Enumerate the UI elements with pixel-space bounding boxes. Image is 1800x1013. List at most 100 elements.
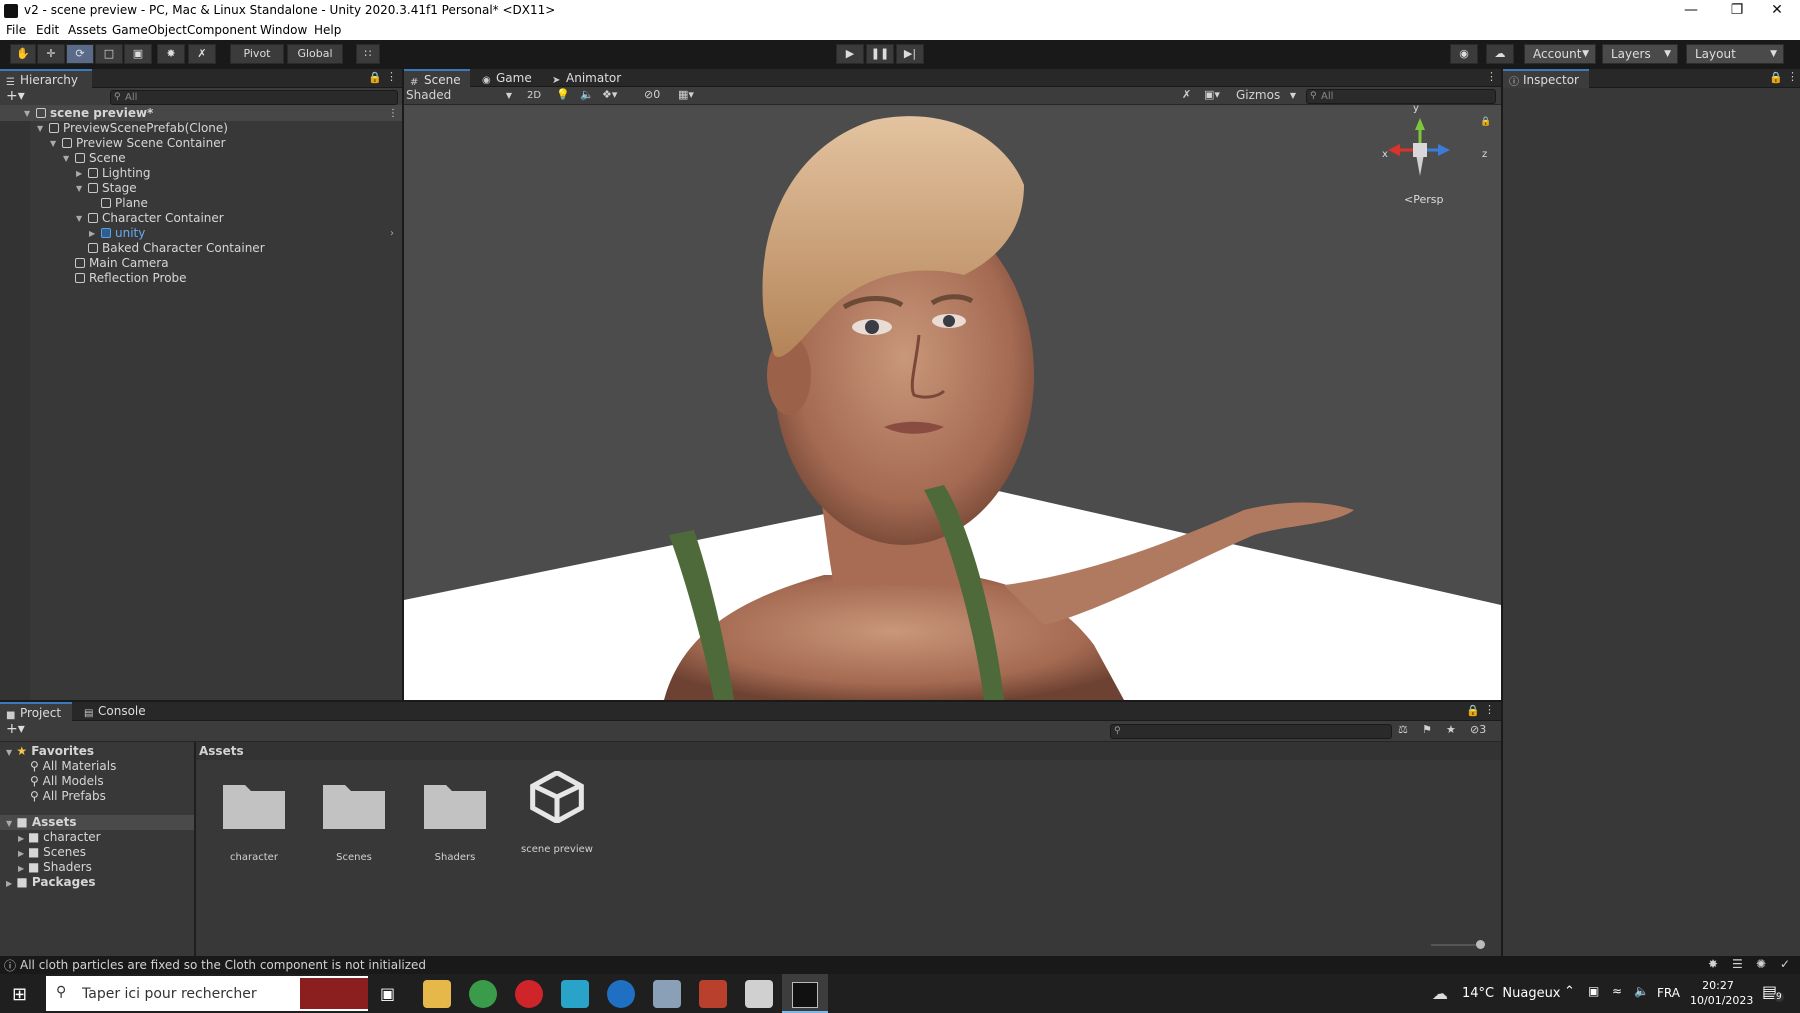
add-icon[interactable]: +▾ (6, 721, 25, 737)
visibility-icon[interactable]: ⊘0 (644, 88, 660, 101)
chevron-down-icon[interactable]: ▼ (63, 151, 69, 166)
minimize-button[interactable]: — (1668, 0, 1714, 22)
opera-icon[interactable] (515, 980, 543, 1008)
transform-tool-icon[interactable]: ✸ (157, 44, 185, 64)
tab-game[interactable]: ◉ Game (476, 69, 540, 88)
scene-search-input[interactable]: ⚲ All (1306, 89, 1496, 104)
tab-project[interactable]: ■ Project (0, 702, 72, 721)
lock-icon[interactable]: 🔒 (1466, 704, 1480, 717)
kebab-menu-icon[interactable]: ⋮ (1486, 70, 1497, 83)
sidebar-folder-character[interactable]: ▶ ■ character (18, 830, 101, 845)
chevron-down-icon[interactable]: ▼ (24, 106, 30, 121)
language-indicator[interactable]: FRA (1657, 986, 1680, 1000)
rect-tool-icon[interactable]: ▣ (124, 44, 152, 64)
packages-section[interactable]: ▶ ■ Packages (6, 875, 96, 890)
hierarchy-item[interactable]: ▼ PreviewScenePrefab(Clone) (0, 121, 400, 136)
volume-icon[interactable]: 🔈 (1634, 984, 1649, 998)
audio-icon[interactable]: 🔈 (580, 88, 594, 101)
asset-folder-scenes[interactable]: Scenes (309, 779, 399, 863)
m-app-icon[interactable] (561, 980, 589, 1008)
chevron-down-icon[interactable]: ▼ (76, 181, 82, 196)
kebab-menu-icon[interactable]: ⋮ (1484, 703, 1495, 716)
chevron-down-icon[interactable]: ▼ (76, 211, 82, 226)
global-toggle[interactable]: Global (287, 44, 343, 64)
notifications-button[interactable]: ▤ 9 (1762, 982, 1784, 1004)
zoom-slider-handle[interactable] (1476, 940, 1485, 949)
chevron-right-icon[interactable]: ▶ (89, 226, 95, 241)
grid-snap-icon[interactable]: ∷ (356, 44, 380, 64)
hierarchy-item[interactable]: Plane (0, 196, 400, 211)
gizmos-dropdown[interactable]: Gizmos ▼ (1236, 88, 1298, 103)
hand-tool-icon[interactable]: ✋ (10, 44, 36, 64)
kebab-menu-icon[interactable]: ⋮ (388, 106, 398, 121)
asset-folder-character[interactable]: character (209, 779, 299, 863)
menu-window[interactable]: Window (260, 23, 307, 37)
favorite-all-materials[interactable]: ⚲ All Materials (30, 759, 116, 774)
menu-edit[interactable]: Edit (36, 23, 59, 37)
collab-icon[interactable]: ◉ (1450, 44, 1478, 64)
hierarchy-search-input[interactable]: ⚲ All (110, 90, 398, 105)
camera-icon[interactable]: ▣▾ (1204, 88, 1220, 101)
task-view-icon[interactable]: ▣ (380, 984, 395, 1003)
tab-inspector[interactable]: ⓘ Inspector (1503, 69, 1589, 88)
add-icon[interactable]: +▾ (6, 88, 25, 104)
asset-scene-preview[interactable]: scene preview (512, 769, 602, 855)
cloud-icon[interactable]: ☁ (1486, 44, 1514, 64)
move-tool-icon[interactable]: ✛ (37, 44, 65, 64)
favorites-section[interactable]: ▼ ★ Favorites (6, 744, 94, 759)
device-icon[interactable]: ▣ (1588, 984, 1599, 998)
tab-scene[interactable]: # Scene (404, 69, 470, 88)
favorite-all-prefabs[interactable]: ⚲ All Prefabs (30, 789, 106, 804)
scene-viewport[interactable]: y x z 🔒 <Persp (404, 105, 1501, 700)
tools-icon[interactable]: ✗ (1182, 88, 1191, 101)
hierarchy-item[interactable]: Baked Character Container (0, 241, 400, 256)
debug-icon[interactable]: ✸ (1708, 957, 1718, 971)
lighting-icon[interactable]: 💡 (556, 88, 570, 101)
menu-file[interactable]: File (6, 23, 26, 37)
pivot-toggle[interactable]: Pivot (230, 44, 284, 64)
hierarchy-item[interactable]: ▼ Character Container (0, 211, 400, 226)
favorite-all-models[interactable]: ⚲ All Models (30, 774, 104, 789)
wifi-icon[interactable]: ≈ (1612, 984, 1622, 998)
chevron-down-icon[interactable]: ▼ (37, 121, 43, 136)
taskbar-search-input[interactable]: ⚲ Taper ici pour rechercher (46, 976, 368, 1011)
custom-tool-icon[interactable]: ✗ (188, 44, 216, 64)
clock[interactable]: 20:27 10/01/2023 (1690, 978, 1753, 1008)
tab-animator[interactable]: ➤ Animator (546, 69, 636, 88)
tab-console[interactable]: ▤ Console (78, 702, 154, 721)
hierarchy-item[interactable]: ▼ Scene (0, 151, 400, 166)
chevron-down-icon[interactable]: ▼ (50, 136, 56, 151)
step-button[interactable]: ▶| (896, 44, 924, 64)
favorite-star-icon[interactable]: ★ (1446, 723, 1456, 736)
sidebar-folder-scenes[interactable]: ▶ ■ Scenes (18, 845, 86, 860)
weather-text[interactable]: 14°C Nuageux (1462, 986, 1561, 1001)
bake-icon[interactable]: ✺ (1756, 957, 1766, 971)
close-button[interactable]: ✕ (1754, 0, 1800, 22)
file-explorer-icon[interactable] (423, 980, 451, 1008)
hierarchy-item[interactable]: Reflection Probe (0, 271, 400, 286)
cache-icon[interactable]: ☰ (1732, 957, 1743, 971)
filter-type-icon[interactable]: ⚖ (1398, 723, 1408, 736)
hierarchy-item[interactable]: Main Camera (0, 256, 400, 271)
menu-help[interactable]: Help (314, 23, 341, 37)
rotate-tool-icon[interactable]: ⟳ (66, 44, 94, 64)
status-message[interactable]: All cloth particles are fixed so the Clo… (20, 958, 426, 972)
archive-app-icon[interactable] (699, 980, 727, 1008)
kebab-menu-icon[interactable]: ⋮ (386, 70, 397, 83)
layout-dropdown[interactable]: Layout ▼ (1686, 44, 1784, 64)
asset-folder-shaders[interactable]: Shaders (410, 779, 500, 863)
hidden-packages-icon[interactable]: ⊘3 (1470, 723, 1486, 736)
toggle-2d[interactable]: 2D (522, 88, 546, 103)
shading-dropdown[interactable]: Shaded ▼ (406, 88, 516, 103)
account-dropdown[interactable]: Account ▼ (1524, 44, 1596, 64)
menu-component[interactable]: Component (187, 23, 257, 37)
chevron-right-icon[interactable]: ▶ (76, 166, 82, 181)
layers-dropdown[interactable]: Layers ▼ (1602, 44, 1678, 64)
c-app-icon[interactable] (607, 980, 635, 1008)
unity-hub-icon[interactable] (745, 980, 773, 1008)
hierarchy-item[interactable]: ▼ Preview Scene Container (0, 136, 400, 151)
hierarchy-item[interactable]: ▶ Lighting (0, 166, 400, 181)
gizmo-lock-icon[interactable]: 🔒 (1480, 117, 1491, 127)
lock-icon[interactable]: 🔒 (368, 71, 382, 84)
hierarchy-item[interactable]: ▶ unity › (0, 226, 400, 241)
